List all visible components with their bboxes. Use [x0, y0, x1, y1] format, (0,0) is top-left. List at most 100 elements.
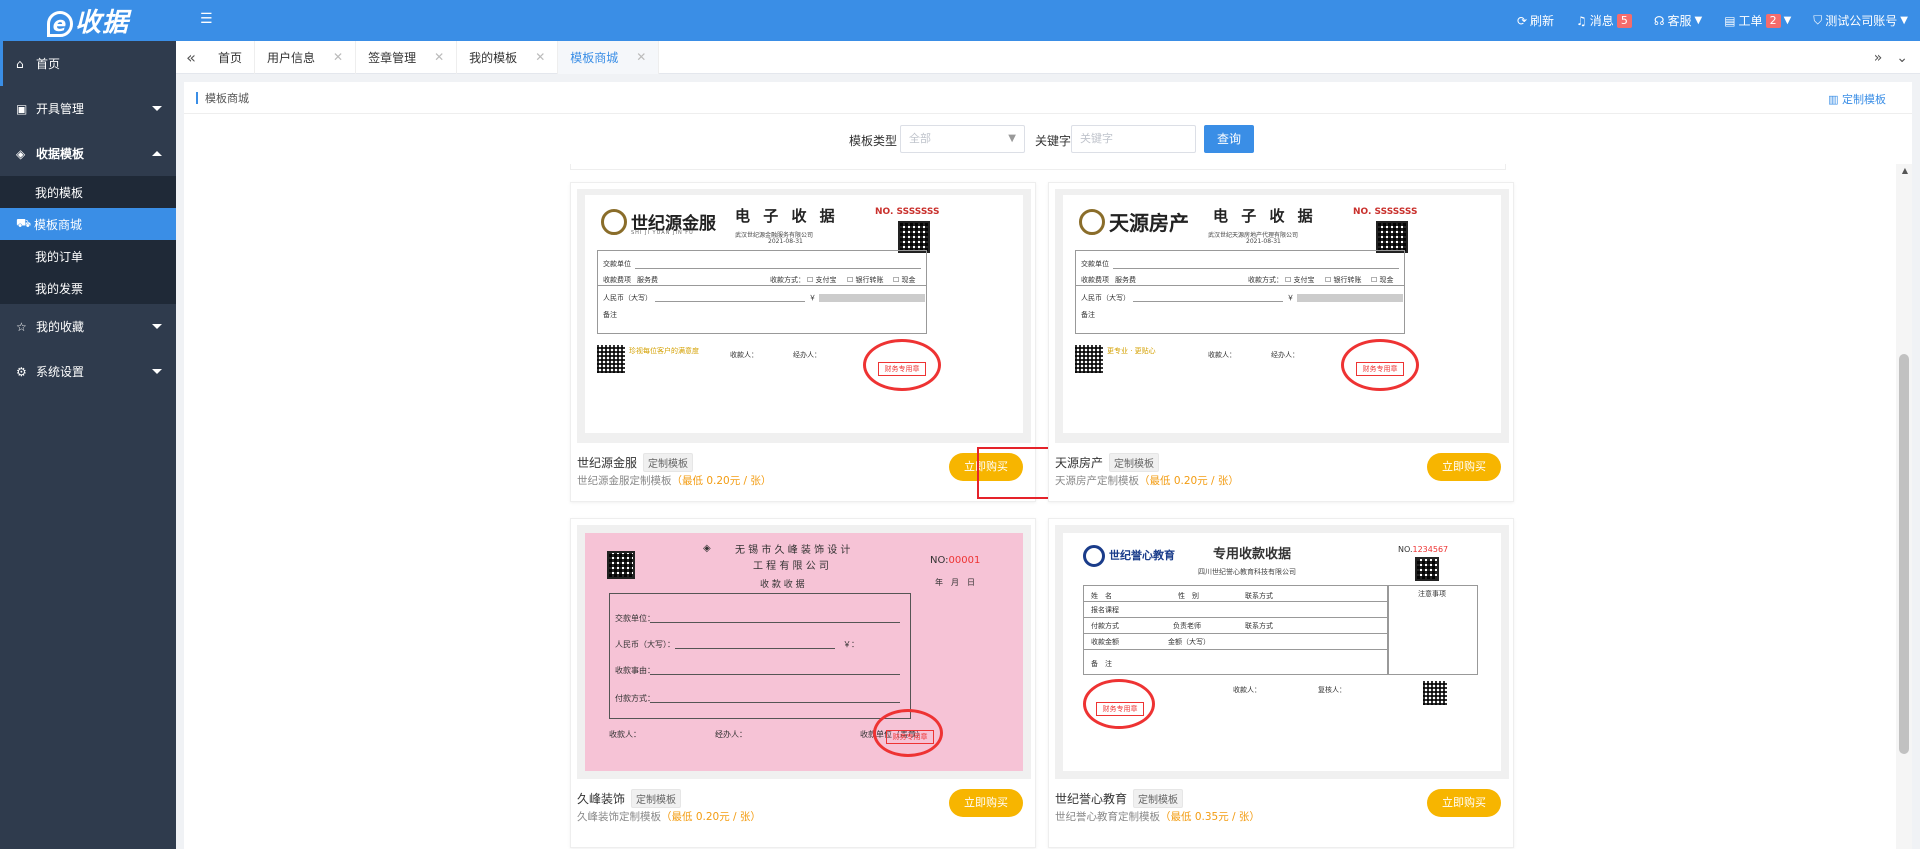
refresh-button[interactable]: ⟳ 刷新 — [1517, 12, 1554, 29]
tabs-scroll-right-icon[interactable]: » — [1874, 50, 1883, 66]
receipt-line — [1083, 633, 1388, 634]
receipt-field-text: 银行转账 — [855, 276, 884, 284]
card-tag: 定制模板 — [643, 453, 694, 472]
sidebar-item-my-templates[interactable]: 我的模板 — [0, 176, 176, 208]
receipt-title: 电 子 收 据 — [1213, 207, 1317, 225]
scroll-thumb[interactable] — [1899, 354, 1909, 754]
qr-code-icon — [1423, 681, 1447, 705]
receipt-table — [1083, 585, 1388, 675]
account-dropdown[interactable]: ⛉ 测试公司账号 ▼ — [1813, 12, 1908, 29]
tab-user-info[interactable]: 用户信息 ✕ — [255, 40, 357, 74]
tab-signature[interactable]: 签章管理 ✕ — [356, 40, 458, 74]
stamp-seal-icon: 财务专用章 — [863, 339, 941, 391]
sidebar-item-templates[interactable]: ◈ 收据模板 — [0, 131, 176, 176]
keyword-input[interactable]: 关键字 — [1071, 125, 1196, 153]
stamp-text: 财务专用章 — [878, 362, 926, 376]
vertical-scrollbar[interactable]: ▲ — [1896, 164, 1912, 849]
logo[interactable]: e 收据 — [0, 0, 176, 41]
receipt-field: 联系方式 — [1245, 622, 1273, 630]
card-desc: 世纪源金服定制模板（最低 0.20元 / 张） — [577, 473, 771, 488]
chevron-down-icon: ▼ — [1783, 15, 1792, 26]
messages-button[interactable]: ♫ 消息 5 — [1576, 12, 1632, 29]
receipt-field: ☐ 支付宝 — [1285, 276, 1315, 284]
scroll-up-icon[interactable]: ▲ — [1902, 166, 1908, 175]
receipt-field: ☐ 现金 — [893, 276, 916, 284]
receipt-field: 交款单位： — [615, 614, 655, 623]
sidebar: ⌂ 首页 ▣ 开具管理 ◈ 收据模板 我的模板 ⛟ 模板商城 我的订单 我的发票 ☆ 我的… — [0, 41, 176, 849]
card-desc-text: 世纪誉心教育定制模板 — [1055, 811, 1160, 823]
tab-mall[interactable]: 模板商城 ✕ — [558, 40, 660, 74]
receipt-field: 人民币（大写）： — [615, 640, 675, 649]
stamp-text: 财务专用章 — [1356, 362, 1404, 376]
receipt-title: 电 子 收 据 — [735, 207, 839, 225]
receipt-slogan: 更专业 · 更贴心 — [1107, 347, 1156, 355]
receipt-field: 收款人： — [730, 351, 758, 359]
breadcrumb-label: 模板商城 — [205, 91, 249, 105]
sidebar-item-billing[interactable]: ▣ 开具管理 — [0, 86, 176, 131]
receipt-number: NO. SSSSSSS — [1353, 207, 1418, 217]
content-panel: 模板商城 ▥ 定制模板 模板类型 全部 ▼ 关键字 关键字 查询 世纪源金服 SH… — [184, 82, 1912, 849]
close-icon[interactable]: ✕ — [636, 50, 646, 64]
tabs-scroll-left-icon[interactable]: « — [176, 48, 206, 67]
qr-code-icon — [1376, 221, 1408, 253]
card-desc: 久峰装饰定制模板（最低 0.20元 / 张） — [577, 809, 761, 824]
top-bar: e 收据 ☰ ⟳ 刷新 ♫ 消息 5 ☊ 客服 ▼ ▤ 工单 2 ▼ ⛉ 测试公司账号 ▼ — [0, 0, 1920, 41]
service-dropdown[interactable]: ☊ 客服 ▼ — [1654, 12, 1702, 29]
sidebar-item-mall[interactable]: ⛟ 模板商城 — [0, 208, 176, 240]
template-preview[interactable]: 天源房产 电 子 收 据 武汉世纪天源房地产代理有限公司 2021-08-31 … — [1055, 189, 1509, 443]
template-preview[interactable]: 世纪源金服 SHI JI YUAN JIN FU 电 子 收 据 武汉世纪源金融… — [577, 189, 1031, 443]
sidebar-item-label: 我的模板 — [35, 185, 84, 200]
card-title: 久峰装饰 定制模板 — [577, 789, 682, 808]
receipt-field: 注意事项 — [1418, 590, 1446, 598]
chevron-down-icon: ▼ — [1008, 133, 1016, 144]
card-desc: 世纪誉心教育定制模板（最低 0.35元 / 张） — [1055, 809, 1260, 824]
tab-home[interactable]: 首页 — [206, 40, 256, 74]
card-price: （最低 0.20元 / 张） — [1139, 475, 1239, 487]
close-icon[interactable]: ✕ — [333, 50, 343, 64]
card-title: 世纪源金服 定制模板 — [577, 453, 694, 472]
chevron-down-icon[interactable]: ⌄ — [1896, 50, 1908, 66]
sidebar-item-label: 模板商城 — [34, 217, 83, 232]
sidebar-item-favorites[interactable]: ☆ 我的收藏 — [0, 304, 176, 349]
receipt-diamond-icon: ◈ — [703, 543, 711, 554]
sidebar-item-home[interactable]: ⌂ 首页 — [0, 41, 176, 86]
receipt-table — [597, 250, 927, 334]
search-button[interactable]: 查询 — [1204, 125, 1254, 153]
tab-my-templates[interactable]: 我的模板 ✕ — [457, 40, 559, 74]
sidebar-item-orders[interactable]: 我的订单 — [0, 240, 176, 272]
receipt-field-text: 现金 — [1379, 276, 1394, 284]
receipt-brand-en: SHI JI YUAN JIN FU — [631, 230, 694, 236]
receipt-line — [1083, 649, 1388, 650]
receipt-company: 工 程 有 限 公 司 — [753, 561, 829, 572]
template-preview[interactable]: ◈ 无 锡 市 久 峰 装 饰 设 计 工 程 有 限 公 司 收 款 收 据 … — [577, 525, 1031, 779]
card-title: 天源房产 定制模板 — [1055, 453, 1160, 472]
sidebar-item-invoices[interactable]: 我的发票 — [0, 272, 176, 304]
custom-template-link[interactable]: ▥ 定制模板 — [1828, 91, 1886, 107]
workorder-dropdown[interactable]: ▤ 工单 2 ▼ — [1724, 12, 1791, 29]
tabs-bar: « 首页 用户信息 ✕ 签章管理 ✕ 我的模板 ✕ 模板商城 ✕ » ⌄ — [176, 40, 1920, 74]
sidebar-item-label: 系统设置 — [36, 365, 85, 379]
receipt-field: ☐ 支付宝 — [807, 276, 837, 284]
card-desc-text: 世纪源金服定制模板 — [577, 475, 672, 487]
type-select[interactable]: 全部 ▼ — [900, 125, 1025, 153]
previous-row-edge — [570, 164, 1506, 170]
custom-link-label: 定制模板 — [1842, 93, 1886, 106]
buy-button[interactable]: 立即购买 — [1427, 789, 1501, 817]
receipt-field-text: 支付宝 — [815, 276, 837, 284]
sidebar-item-settings[interactable]: ⚙ 系统设置 — [0, 349, 176, 394]
tab-label: 模板商城 — [570, 50, 619, 65]
buy-button[interactable]: 立即购买 — [1427, 453, 1501, 481]
close-icon[interactable]: ✕ — [434, 50, 444, 64]
card-desc-text: 久峰装饰定制模板 — [577, 811, 661, 823]
template-preview[interactable]: 世纪誉心教育 专用收款收据 四川世纪誉心教育科技有限公司 NO.1234567 … — [1055, 525, 1509, 779]
close-icon[interactable]: ✕ — [535, 50, 545, 64]
chevron-up-icon — [152, 151, 162, 156]
menu-toggle-icon[interactable]: ☰ — [200, 12, 214, 26]
sidebar-item-label: 开具管理 — [36, 102, 85, 116]
receipt-line — [650, 702, 900, 703]
messages-badge: 5 — [1616, 13, 1632, 28]
receipt-no-label: NO: — [930, 555, 949, 566]
template-grid: 世纪源金服 SHI JI YUAN JIN FU 电 子 收 据 武汉世纪源金融… — [184, 164, 1912, 849]
amount-bar — [819, 294, 925, 302]
buy-button[interactable]: 立即购买 — [949, 789, 1023, 817]
